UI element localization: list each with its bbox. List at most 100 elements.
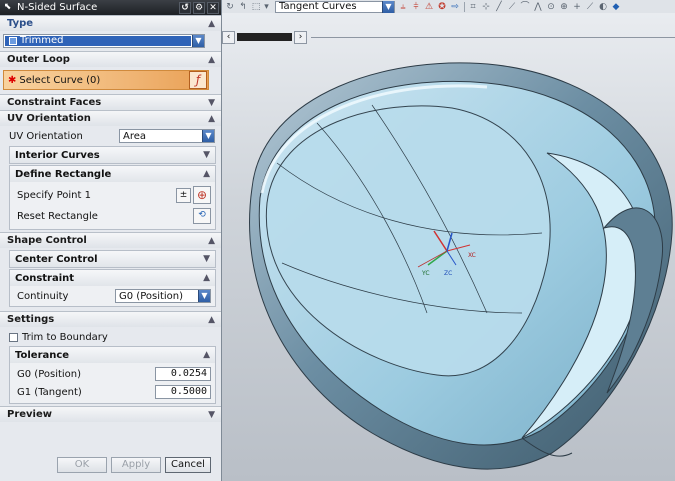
g1-label: G1 (Tangent) [17,386,82,398]
continuity-value: G0 (Position) [119,290,184,302]
reset-icon[interactable]: ↺ [179,1,191,14]
required-star-icon: ✱ [8,74,17,86]
continuity-select[interactable]: G0 (Position) ▼ [115,289,211,303]
tolerance-label: Tolerance [15,349,70,361]
shape-control-label: Shape Control [7,235,87,246]
chevron-down-icon[interactable]: ▼ [203,254,210,264]
shape-control-header[interactable]: Shape Control ▲ [0,232,221,248]
settings-header[interactable]: Settings ▲ [0,311,221,327]
existing-point-icon[interactable]: + [572,2,582,12]
tab-divider [311,36,675,38]
selection-toolbar: ↻ ↰ ⬚ ▾ Tangent Curves ▼ ⫨ ⫩ ⚠ ✪ ⇨ ⌗ ⊹ ╱… [222,0,675,13]
snap-endpoint-icon[interactable]: ⊹ [481,2,491,12]
interior-curves-label: Interior Curves [15,149,100,161]
define-rectangle-header[interactable]: Define Rectangle ▲ [10,166,215,182]
uv-orientation-row: UV Orientation Area ▼ [6,127,215,145]
model-view[interactable]: YC ZC XC [222,13,675,481]
trim-to-boundary-checkbox[interactable] [9,332,18,342]
ok-button[interactable]: OK [57,457,107,473]
box-select-icon[interactable]: ⬚ [251,2,261,12]
preview-header[interactable]: Preview ▼ [0,406,221,422]
constraint-header[interactable]: Constraint ▲ [10,270,215,286]
uv-orientation-select[interactable]: Area ▼ [119,129,215,143]
svg-text:XC: XC [468,252,476,259]
constraint-group: Constraint ▲ Continuity G0 (Position) ▼ [9,269,216,307]
stop-at-intersection-icon[interactable]: ⫨ [398,2,408,12]
circle-center-icon[interactable]: ⊙ [546,2,556,12]
toolbar-divider [464,1,465,12]
pan-icon[interactable]: ↰ [238,2,248,12]
chevron-up-icon[interactable]: ▲ [203,273,210,283]
uv-orientation-header[interactable]: UV Orientation ▲ [0,110,221,126]
g0-tolerance-input[interactable]: 0.0254 [155,367,211,381]
curve-rule-select[interactable]: Tangent Curves ▼ [275,0,395,13]
svg-text:YC: YC [421,270,430,277]
g0-row: G0 (Position) 0.0254 [14,365,211,383]
quadrant-icon[interactable]: ⊕ [559,2,569,12]
settings-label: Settings [7,314,55,325]
point-on-curve-icon[interactable]: ⟋ [585,2,595,12]
center-control-header[interactable]: Center Control ▼ [10,251,215,267]
dropdown-arrow-icon[interactable]: ▼ [198,290,210,302]
tab-scroll-left-icon[interactable]: ‹ [222,30,235,44]
g1-tolerance-input[interactable]: 0.5000 [155,385,211,399]
center-control-group: Center Control ▼ [9,250,216,268]
chevron-down-icon[interactable]: ▾ [264,2,269,12]
active-tab-indicator[interactable] [237,33,292,41]
specify-point-label: Specify Point 1 [17,189,91,201]
interior-curves-group: Interior Curves ▼ [9,146,216,164]
chevron-up-icon[interactable]: ▲ [203,169,210,179]
reset-rectangle-label: Reset Rectangle [17,210,98,222]
curve-rule-icon[interactable]: ƒ [189,71,207,89]
control-point-icon[interactable]: ⋀ [533,2,543,12]
type-section-header[interactable]: Type ▲ [0,15,221,31]
tab-scroll-right-icon[interactable]: › [294,30,307,44]
follow-fillet-icon[interactable]: ⫩ [411,2,421,12]
continuity-row: Continuity G0 (Position) ▼ [14,287,211,305]
dropdown-arrow-icon[interactable]: ▼ [382,0,394,13]
dialog-titlebar: ⬉ N-Sided Surface ↺ ⚙ ✕ [0,0,221,15]
point-on-face-icon[interactable]: ◐ [598,2,608,12]
arrow-icon[interactable]: ⇨ [450,2,460,12]
curve-rule-value: Tangent Curves [279,1,357,12]
outer-loop-header[interactable]: Outer Loop ▲ [0,51,221,67]
interior-curves-header[interactable]: Interior Curves ▼ [10,147,215,163]
line-icon[interactable]: ╱ [494,2,504,12]
chevron-down-icon[interactable]: ▼ [208,98,215,108]
trimmed-type-icon [9,37,17,45]
chevron-up-icon[interactable]: ▲ [208,114,215,124]
chevron-down-icon[interactable]: ▼ [203,150,210,160]
cube-icon[interactable]: ◆ [611,2,621,12]
chevron-up-icon[interactable]: ▲ [208,19,215,29]
arc-icon[interactable]: ⌒ [520,2,530,12]
close-icon[interactable]: ✕ [207,1,219,14]
reset-rectangle-icon[interactable]: ⟲ [193,208,211,224]
chevron-up-icon[interactable]: ▲ [203,350,210,360]
chevron-down-icon[interactable]: ▼ [208,410,215,420]
trim-to-boundary-row[interactable]: Trim to Boundary [6,328,215,346]
graphics-window[interactable]: ‹ › YC ZC XC [222,13,675,481]
snap-grid-icon[interactable]: ⌗ [468,2,478,12]
rotate-icon[interactable]: ↻ [225,2,235,12]
feature-curves-icon[interactable]: ⚠ [424,2,434,12]
point-crosshair-icon[interactable]: ⊕ [193,186,211,204]
outer-loop-label: Outer Loop [7,54,70,65]
select-curve-field[interactable]: ✱ Select Curve (0) ƒ [3,70,209,90]
type-select-value: Trimmed [5,36,191,46]
midpoint-icon[interactable]: ⟋ [507,2,517,12]
chevron-up-icon[interactable]: ▲ [208,315,215,325]
select-curve-label: Select Curve (0) [19,74,101,86]
dropdown-arrow-icon[interactable]: ▼ [202,130,214,142]
chevron-up-icon[interactable]: ▲ [208,55,215,65]
cancel-button[interactable]: Cancel [165,457,211,473]
chevron-up-icon[interactable]: ▲ [208,236,215,246]
constraint-faces-header[interactable]: Constraint Faces ▼ [0,94,221,110]
type-select[interactable]: Trimmed ▼ [3,34,205,48]
apply-button[interactable]: Apply [111,457,161,473]
snap-point-icon[interactable]: ✪ [437,2,447,12]
uv-orientation-section-label: UV Orientation [7,113,91,124]
settings-icon[interactable]: ⚙ [193,1,205,14]
point-dialog-icon[interactable]: ± [176,187,191,203]
dropdown-arrow-icon[interactable]: ▼ [192,35,204,47]
tolerance-header[interactable]: Tolerance ▲ [10,347,215,363]
